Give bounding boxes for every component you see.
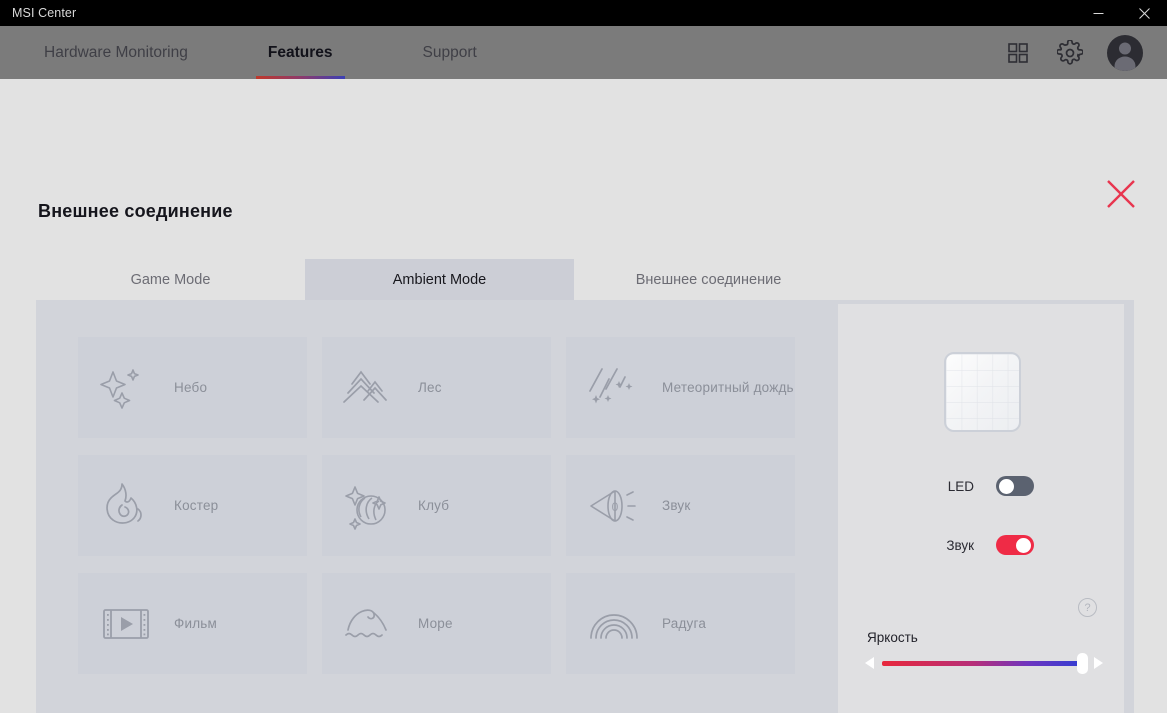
sparkles-icon [78, 337, 174, 438]
effect-card-sound[interactable]: 0 Звук [566, 455, 795, 556]
flame-icon [78, 455, 174, 556]
disco-moon-icon [322, 455, 418, 556]
user-avatar-icon [1114, 42, 1136, 71]
sound-toggle-row: Звук [838, 535, 1124, 555]
main-navbar: Hardware Monitoring Features Support [0, 26, 1167, 79]
effect-card-sky[interactable]: Небо [78, 337, 307, 438]
tab-ambient-mode[interactable]: Ambient Mode [305, 259, 574, 300]
effect-card-movie[interactable]: Фильм [78, 573, 307, 674]
speaker-icon: 0 [566, 455, 662, 556]
tab-label: Game Mode [130, 271, 211, 288]
brightness-decrease-button[interactable] [862, 650, 878, 676]
nav-item-label: Hardware Monitoring [44, 43, 188, 61]
effect-card-label: Небо [174, 380, 208, 395]
led-toggle-row: LED [838, 476, 1124, 496]
tab-game-mode[interactable]: Game Mode [36, 259, 305, 300]
brightness-increase-button[interactable] [1090, 650, 1106, 676]
effect-card-campfire[interactable]: Костер [78, 455, 307, 556]
user-avatar[interactable] [1107, 34, 1143, 71]
nav-item-features[interactable]: Features [248, 26, 353, 79]
led-toggle[interactable] [996, 476, 1034, 496]
tab-label: Ambient Mode [392, 271, 487, 288]
brightness-slider[interactable] [878, 650, 1090, 676]
effect-card-club[interactable]: Клуб [322, 455, 551, 556]
nav-item-label: Features [267, 43, 333, 61]
close-feature-button[interactable] [1101, 174, 1141, 214]
effect-card-forest[interactable]: Лес [322, 337, 551, 438]
effect-card-label: Костер [174, 498, 219, 513]
nav-item-hardware-monitoring[interactable]: Hardware Monitoring [24, 26, 208, 79]
mode-tabs: Game Mode Ambient Mode Внешнее соединени… [36, 259, 843, 300]
effect-card-label: Звук [662, 498, 691, 513]
minimize-icon [1093, 12, 1103, 14]
gear-icon [1057, 39, 1083, 65]
meteor-shower-icon [566, 337, 662, 438]
toggle-knob [999, 478, 1014, 494]
effect-card-rainbow[interactable]: Радуга [566, 573, 795, 674]
led-preview-grid [946, 354, 1019, 430]
page-body: Внешнее соединение Game Mode Ambient Mod… [0, 79, 1167, 713]
window-titlebar: MSI Center [0, 0, 1167, 26]
led-toggle-label: LED [947, 478, 974, 494]
nav-items: Hardware Monitoring Features Support [0, 26, 497, 79]
toggle-knob [1016, 537, 1031, 553]
wave-icon [322, 573, 418, 674]
sound-toggle[interactable] [996, 535, 1034, 555]
nav-item-support[interactable]: Support [403, 26, 497, 79]
apps-grid-button[interactable] [1003, 38, 1033, 68]
effect-card-label: Море [418, 616, 453, 631]
effect-card-label: Клуб [418, 498, 450, 513]
chevron-left-icon [865, 657, 874, 669]
help-glyph: ? [1084, 601, 1091, 614]
pine-trees-icon [322, 337, 418, 438]
tab-external-connection[interactable]: Внешнее соединение [574, 259, 843, 300]
close-icon [1107, 180, 1135, 208]
effect-card-label: Радуга [662, 616, 707, 631]
brightness-label: Яркость [867, 630, 918, 645]
svg-text:0: 0 [612, 500, 619, 514]
sound-toggle-label: Звук [946, 537, 974, 553]
led-preview [944, 352, 1021, 432]
nav-item-label: Support [422, 43, 477, 61]
nav-right-actions [1003, 26, 1167, 79]
close-icon [1138, 7, 1150, 19]
brightness-slider-row [862, 650, 1106, 676]
effect-card-meteor-shower[interactable]: Метеоритный дождь [566, 337, 795, 438]
settings-button[interactable] [1055, 38, 1085, 68]
chevron-right-icon [1094, 657, 1103, 669]
tab-label: Внешнее соединение [635, 271, 782, 288]
device-settings-panel: LED Звук ? Яркость [838, 304, 1124, 713]
film-play-icon [78, 573, 174, 674]
minimize-button[interactable] [1075, 0, 1121, 26]
window-controls [1075, 0, 1167, 26]
brightness-slider-handle[interactable] [1077, 653, 1088, 674]
help-icon[interactable]: ? [1078, 598, 1097, 617]
effect-card-label: Лес [418, 380, 442, 395]
apps-grid-icon [1008, 42, 1028, 63]
effect-card-label: Метеоритный дождь [662, 380, 794, 395]
brightness-slider-track [882, 660, 1086, 666]
page-title: Внешнее соединение [38, 201, 233, 221]
rainbow-icon [566, 573, 662, 674]
window-title: MSI Center [12, 6, 77, 20]
effect-card-sea[interactable]: Море [322, 573, 551, 674]
effect-card-label: Фильм [174, 616, 217, 631]
effects-grid: Небо Лес Метеоритный дождь Костер Клуб 0… [78, 337, 795, 674]
close-window-button[interactable] [1121, 0, 1167, 26]
